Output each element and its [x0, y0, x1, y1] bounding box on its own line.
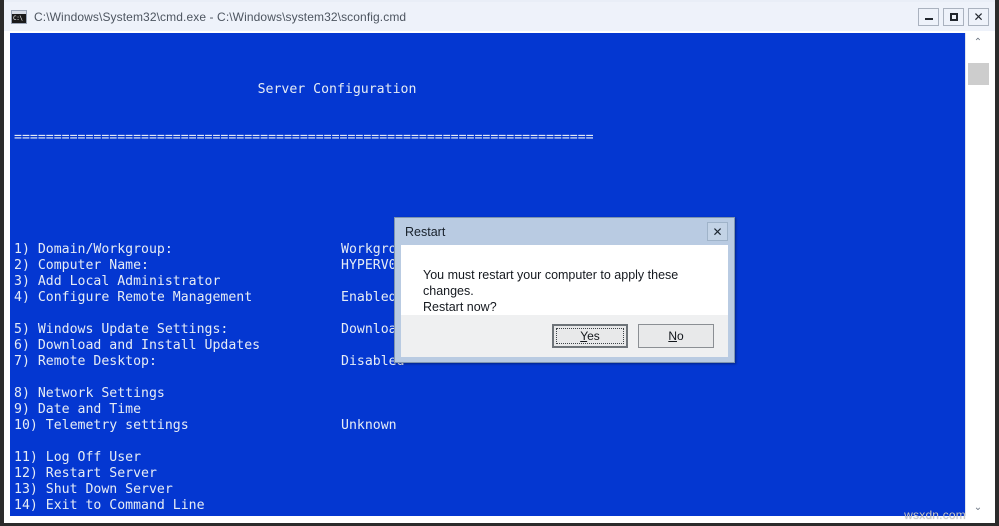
console-menu-item-label: 11) Log Off User — [14, 450, 141, 465]
console-menu-item-label: 1) Domain/Workgroup: — [14, 242, 173, 257]
console-separator: ========================================… — [14, 130, 660, 146]
focus-outline — [556, 328, 624, 344]
console-menu-item-label: 6) Download and Install Updates — [14, 338, 260, 353]
close-icon: ✕ — [973, 11, 983, 23]
console-menu-item[interactable]: 14) Exit to Command Line — [14, 498, 660, 514]
console-blank-line — [14, 178, 660, 194]
maximize-icon — [950, 13, 958, 21]
console-menu-item-label: 14) Exit to Command Line — [14, 498, 205, 513]
console-menu-item-label: 9) Date and Time — [14, 402, 141, 417]
close-button[interactable]: ✕ — [968, 8, 989, 26]
window-titlebar[interactable]: C:\ C:\Windows\System32\cmd.exe - C:\Win… — [4, 2, 995, 31]
no-button[interactable]: No — [638, 324, 714, 348]
console-menu-item-value: Enabled — [341, 290, 397, 306]
window-frame-right — [995, 0, 999, 526]
console-menu-item-label: 3) Add Local Administrator — [14, 274, 220, 289]
console-menu-item[interactable]: 10) Telemetry settings Unknown — [14, 418, 660, 434]
cmd-console-icon: C:\ — [11, 10, 27, 24]
console-menu-item[interactable]: 9) Date and Time — [14, 402, 660, 418]
console-menu-item[interactable]: 13) Shut Down Server — [14, 482, 660, 498]
dialog-close-button[interactable]: ✕ — [707, 222, 728, 241]
window-title: C:\Windows\System32\cmd.exe - C:\Windows… — [34, 10, 406, 24]
console-menu-item[interactable]: 12) Restart Server — [14, 466, 660, 482]
console-scrollbar[interactable]: ⌃ ⌄ — [965, 33, 990, 516]
dialog-footer: Yes No — [401, 315, 728, 357]
console-menu-item-label: 4) Configure Remote Management — [14, 290, 252, 305]
console-blank-line — [14, 434, 660, 450]
no-button-label: No — [668, 329, 683, 343]
yes-button[interactable]: Yes — [552, 324, 628, 348]
close-icon: ✕ — [712, 225, 722, 239]
console-blank-line — [14, 370, 660, 386]
window-frame-left — [0, 0, 4, 526]
console-menu-item[interactable]: 11) Log Off User — [14, 450, 660, 466]
cmd-window: C:\ C:\Windows\System32\cmd.exe - C:\Win… — [0, 0, 999, 526]
console-menu-item-label: 2) Computer Name: — [14, 258, 149, 273]
window-controls: ✕ — [914, 2, 995, 31]
restart-dialog: Restart ✕ You must restart your computer… — [394, 217, 735, 363]
scrollbar-thumb[interactable] — [968, 63, 989, 85]
dialog-message: You must restart your computer to apply … — [423, 267, 728, 315]
console-menu-item-label: 7) Remote Desktop: — [14, 354, 157, 369]
scroll-down-icon[interactable]: ⌄ — [966, 498, 990, 516]
cmd-icon-prompt: C:\ — [12, 14, 26, 23]
minimize-icon — [925, 18, 933, 20]
console-menu-item-label: 5) Windows Update Settings: — [14, 322, 228, 337]
dialog-body: You must restart your computer to apply … — [401, 245, 728, 315]
scroll-up-icon[interactable]: ⌃ — [966, 33, 990, 51]
console-menu-item-value: Unknown — [341, 418, 397, 434]
dialog-titlebar[interactable]: Restart ✕ — [395, 218, 734, 245]
console-menu-item[interactable]: 8) Network Settings — [14, 386, 660, 402]
no-rest: o — [677, 329, 684, 343]
console-menu-item-label: 10) Telemetry settings — [14, 418, 189, 433]
maximize-button[interactable] — [943, 8, 964, 26]
console-menu-item-label: 8) Network Settings — [14, 386, 165, 401]
no-mnemonic: N — [668, 329, 677, 343]
console-heading: Server Configuration — [14, 82, 660, 98]
console-menu-item-label: 13) Shut Down Server — [14, 482, 173, 497]
dialog-title: Restart — [405, 225, 445, 239]
console-menu-item-label: 12) Restart Server — [14, 466, 157, 481]
minimize-button[interactable] — [918, 8, 939, 26]
watermark: wsxdn.com — [904, 508, 966, 522]
